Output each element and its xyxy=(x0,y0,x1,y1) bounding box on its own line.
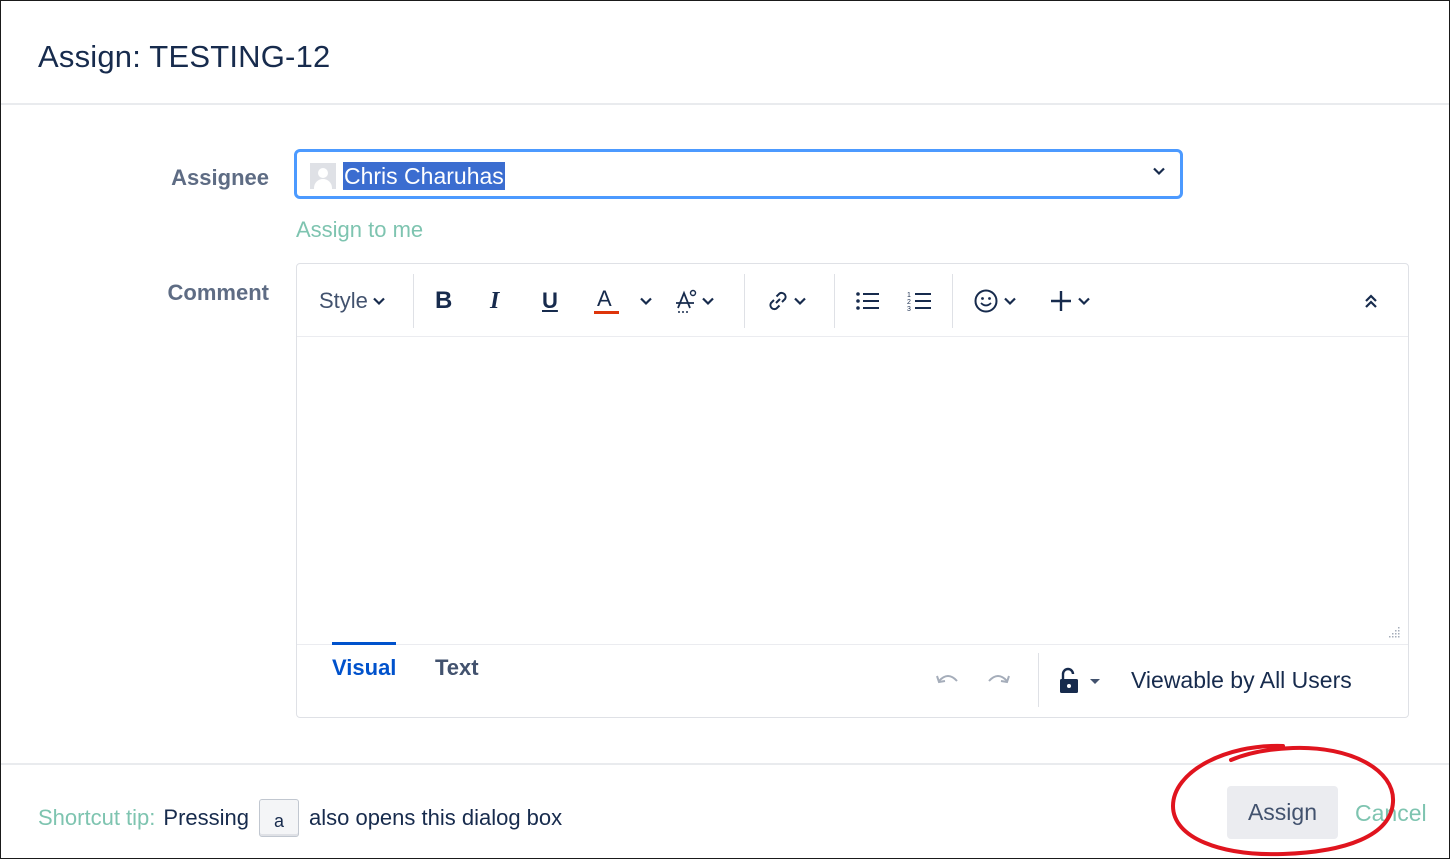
text-color-icon: A xyxy=(594,286,619,314)
italic-button[interactable]: I xyxy=(490,286,499,316)
plus-icon xyxy=(1051,291,1071,311)
tab-text[interactable]: Text xyxy=(435,655,479,695)
clear-formatting-button[interactable] xyxy=(675,286,715,316)
chevron-down-icon xyxy=(1004,297,1016,306)
assignee-label: Assignee xyxy=(171,165,269,190)
editor-toolbar: Style B I U A 1 2 3 xyxy=(297,264,1408,337)
underline-button[interactable]: U xyxy=(542,286,558,316)
comment-textarea[interactable] xyxy=(297,337,1408,645)
assignee-select[interactable]: Chris Charuhas xyxy=(294,149,1183,199)
shortcut-tip-label[interactable]: Shortcut tip: xyxy=(38,805,155,831)
caret-down-icon xyxy=(1090,679,1100,684)
comment-label: Comment xyxy=(167,280,269,305)
toolbar-divider xyxy=(952,274,953,328)
svg-text:A: A xyxy=(597,286,612,311)
bullet-list-button[interactable] xyxy=(855,286,881,316)
unlock-icon xyxy=(1060,667,1078,693)
bold-button[interactable]: B xyxy=(435,286,452,316)
visibility-label: Viewable by All Users xyxy=(1131,667,1352,693)
double-chevron-up-icon xyxy=(1365,294,1377,308)
bold-icon: B xyxy=(435,287,453,314)
bullet-list-icon xyxy=(856,292,879,310)
style-label: Style xyxy=(319,288,368,313)
numbered-list-icon: 1 2 3 xyxy=(907,292,931,313)
collapse-toolbar-button[interactable] xyxy=(1363,286,1379,316)
emoji-icon xyxy=(974,289,998,313)
chevron-down-icon xyxy=(1078,297,1090,306)
text-color-button[interactable]: A xyxy=(594,286,622,316)
chevron-down-icon xyxy=(1152,164,1166,183)
resize-handle-icon[interactable] xyxy=(1386,625,1400,639)
shortcut-tip-suffix: also opens this dialog box xyxy=(308,805,563,830)
dialog-header: Assign: TESTING-12 xyxy=(1,1,1449,105)
comment-editor: Style B I U A 1 2 3 Visual Text Viewable… xyxy=(296,263,1409,718)
editor-footer: Visual Text Viewable by All Users xyxy=(297,642,1408,717)
visibility-dropdown[interactable] xyxy=(1057,667,1101,695)
text-color-dropdown[interactable] xyxy=(639,286,653,316)
link-button[interactable] xyxy=(765,286,807,316)
chevron-down-icon xyxy=(640,297,652,306)
dialog-footer: Shortcut tip: Pressing a also opens this… xyxy=(1,763,1449,858)
toolbar-divider xyxy=(744,274,745,328)
chevron-down-icon xyxy=(794,297,806,306)
link-icon xyxy=(769,291,787,311)
dialog-title: Assign: TESTING-12 xyxy=(38,39,331,74)
toolbar-divider xyxy=(834,274,835,328)
numbered-list-button[interactable]: 1 2 3 xyxy=(907,286,933,316)
underline-icon: U xyxy=(542,288,558,313)
chevron-down-icon xyxy=(373,297,385,306)
avatar xyxy=(310,163,336,189)
assign-button[interactable]: Assign xyxy=(1227,786,1338,839)
chevron-down-icon xyxy=(702,297,714,306)
italic-icon: I xyxy=(490,287,500,314)
redo-icon[interactable] xyxy=(985,669,1011,692)
shortcut-key: a xyxy=(258,799,299,837)
shortcut-tip-pressing: Pressing xyxy=(163,805,249,830)
assign-dialog: Assign: TESTING-12 Assignee Chris Charuh… xyxy=(0,0,1450,859)
svg-text:2: 2 xyxy=(907,299,911,306)
tab-visual[interactable]: Visual xyxy=(332,642,397,695)
clear-formatting-icon xyxy=(676,289,697,313)
insert-more-button[interactable] xyxy=(1049,286,1091,316)
style-dropdown[interactable]: Style xyxy=(319,286,386,316)
assignee-selected-value: Chris Charuhas xyxy=(343,162,505,190)
undo-icon[interactable] xyxy=(935,669,961,692)
cancel-link[interactable]: Cancel xyxy=(1355,800,1427,827)
svg-text:1: 1 xyxy=(907,292,911,299)
shortcut-tip: Shortcut tip: Pressing a also opens this… xyxy=(38,799,562,837)
emoji-button[interactable] xyxy=(973,286,1017,316)
footer-divider xyxy=(1038,653,1039,707)
assign-to-me-link[interactable]: Assign to me xyxy=(296,217,423,243)
toolbar-divider xyxy=(413,274,414,328)
svg-text:3: 3 xyxy=(907,306,911,313)
